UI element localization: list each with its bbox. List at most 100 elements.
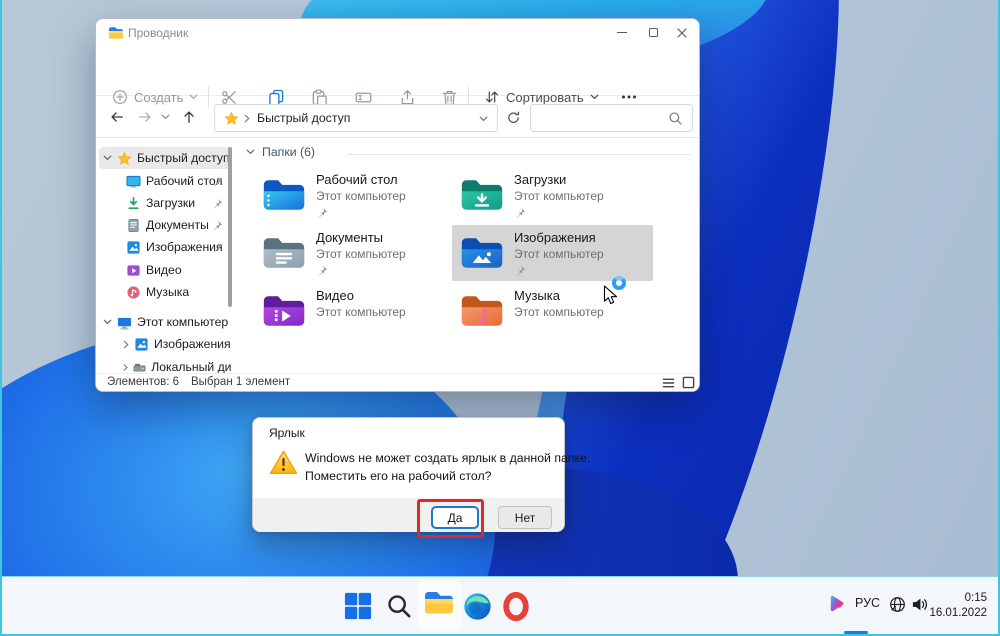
- documents-folder-icon: [262, 233, 306, 271]
- chevron-right-icon[interactable]: [123, 363, 128, 372]
- folder-tile-documents[interactable]: Документы Этот компьютер: [254, 225, 455, 281]
- folder-tile-desktop[interactable]: Рабочий стол Этот компьютер: [254, 167, 455, 223]
- network-tray-button[interactable]: [886, 593, 908, 615]
- explorer-window: Проводник Создать: [95, 18, 700, 392]
- edge-taskbar-button[interactable]: [461, 590, 493, 622]
- sidebar-label: Изображения: [154, 337, 231, 351]
- pin-icon: [515, 207, 526, 218]
- dialog-title: Ярлык: [269, 426, 305, 440]
- sidebar-label: Этот компьютер: [137, 315, 228, 329]
- explorer-app-icon: [108, 26, 124, 40]
- tray-time: 0:15: [923, 591, 987, 606]
- sidebar-label: Документы: [146, 218, 209, 232]
- group-label: Папки (6): [262, 145, 315, 159]
- forward-button[interactable]: [132, 103, 158, 131]
- back-icon: [109, 109, 125, 125]
- chevron-down-icon[interactable]: [103, 319, 112, 325]
- sidebar-label: Быстрый доступ: [137, 151, 230, 165]
- window-title: Проводник: [128, 26, 188, 40]
- title-bar[interactable]: Проводник: [96, 19, 699, 46]
- minimize-button[interactable]: [607, 19, 637, 46]
- folder-tile-videos[interactable]: Видео Этот компьютер: [254, 283, 455, 339]
- computer-icon: [117, 315, 132, 330]
- edge-icon: [463, 592, 492, 621]
- sidebar-item-this-pc[interactable]: Этот компьютер: [99, 311, 231, 333]
- forward-icon: [137, 109, 153, 125]
- tile-subtitle: Этот компьютер: [316, 305, 406, 319]
- clock[interactable]: 0:15 16.01.2022: [923, 591, 987, 621]
- maximize-icon: [649, 28, 658, 37]
- sidebar-item-videos[interactable]: Видео: [99, 259, 231, 281]
- warning-icon: [269, 449, 298, 476]
- opera-taskbar-button[interactable]: [500, 590, 532, 622]
- folder-tile-downloads[interactable]: Загрузки Этот компьютер: [452, 167, 653, 223]
- group-header-folders[interactable]: Папки (6): [246, 145, 315, 159]
- sidebar-item-documents[interactable]: Документы: [99, 214, 231, 236]
- thumbnail-view-icon[interactable]: [682, 376, 695, 389]
- close-icon: [677, 28, 687, 38]
- star-icon: [117, 151, 132, 166]
- breadcrumb-chevron-icon: [244, 114, 250, 123]
- explorer-taskbar-button[interactable]: [417, 581, 461, 631]
- search-input[interactable]: [530, 104, 693, 132]
- search-icon: [668, 111, 683, 126]
- shortcut-dialog: Ярлык Windows не может создать ярлык в д…: [252, 417, 565, 532]
- sidebar-item-pictures-pc[interactable]: Изображения: [99, 333, 231, 355]
- no-button[interactable]: Нет: [498, 506, 552, 529]
- address-bar[interactable]: Быстрый доступ: [214, 104, 498, 132]
- sidebar-item-music[interactable]: Музыка: [99, 281, 231, 303]
- refresh-icon: [506, 110, 521, 125]
- downloads-folder-icon: [460, 175, 504, 213]
- sidebar-label: Локальный диск: [151, 360, 231, 374]
- quick-access-star-icon: [224, 111, 239, 126]
- sidebar-scrollbar[interactable]: [228, 147, 232, 307]
- pictures-icon: [126, 240, 141, 255]
- opera-icon: [502, 592, 530, 621]
- up-icon: [181, 109, 197, 125]
- tile-subtitle: Этот компьютер: [316, 189, 406, 203]
- tray-date: 16.01.2022: [923, 606, 987, 621]
- desktop-icon: [126, 174, 141, 189]
- recent-locations-button[interactable]: [156, 103, 174, 131]
- tile-subtitle: Этот компьютер: [514, 305, 604, 319]
- sidebar-item-desktop[interactable]: Рабочий стол: [99, 170, 231, 192]
- up-button[interactable]: [176, 103, 202, 131]
- list-view-icon[interactable]: [662, 377, 675, 389]
- folder-tile-pictures[interactable]: Изображения Этот компьютер: [452, 225, 653, 281]
- address-dropdown-icon[interactable]: [479, 116, 488, 122]
- tile-name: Видео: [316, 288, 354, 303]
- chevron-down-icon[interactable]: [246, 149, 255, 155]
- sidebar-label: Видео: [146, 263, 182, 277]
- explorer-icon: [423, 589, 455, 616]
- pin-icon: [317, 265, 328, 276]
- dialog-message-line1: Windows не может создать ярлык в данной …: [305, 451, 590, 465]
- chevron-down-icon[interactable]: [103, 155, 112, 161]
- folder-tile-music[interactable]: Музыка Этот компьютер: [452, 283, 653, 339]
- chevron-right-icon[interactable]: [123, 340, 129, 349]
- recorder-tray-icon[interactable]: [824, 592, 848, 616]
- chevron-down-icon: [161, 114, 170, 120]
- downloads-icon: [126, 196, 141, 211]
- search-taskbar-button[interactable]: [383, 590, 415, 622]
- start-button[interactable]: [342, 590, 374, 622]
- tile-name: Документы: [316, 230, 383, 245]
- sidebar-label: Загрузки: [146, 196, 195, 210]
- navigation-pane: Быстрый доступ Рабочий стол Загрузки Док…: [96, 139, 235, 375]
- video-icon: [126, 263, 141, 278]
- sidebar-item-downloads[interactable]: Загрузки: [99, 192, 231, 214]
- tile-subtitle: Этот компьютер: [514, 189, 604, 203]
- language-indicator[interactable]: РУС: [855, 596, 880, 610]
- items-count: Элементов: 6: [107, 376, 179, 388]
- sidebar-item-pictures[interactable]: Изображения: [99, 236, 231, 258]
- desktop-folder-icon: [262, 175, 306, 213]
- sidebar-item-quick-access[interactable]: Быстрый доступ: [99, 147, 231, 169]
- dialog-message-line2: Поместить его на рабочий стол?: [305, 469, 492, 483]
- maximize-button[interactable]: [638, 19, 668, 46]
- music-icon: [126, 285, 141, 300]
- tile-name: Музыка: [514, 288, 560, 303]
- close-button[interactable]: [667, 19, 697, 46]
- tile-name: Изображения: [514, 230, 596, 245]
- refresh-button[interactable]: [500, 103, 526, 131]
- pin-icon: [515, 265, 526, 276]
- back-button[interactable]: [104, 103, 130, 131]
